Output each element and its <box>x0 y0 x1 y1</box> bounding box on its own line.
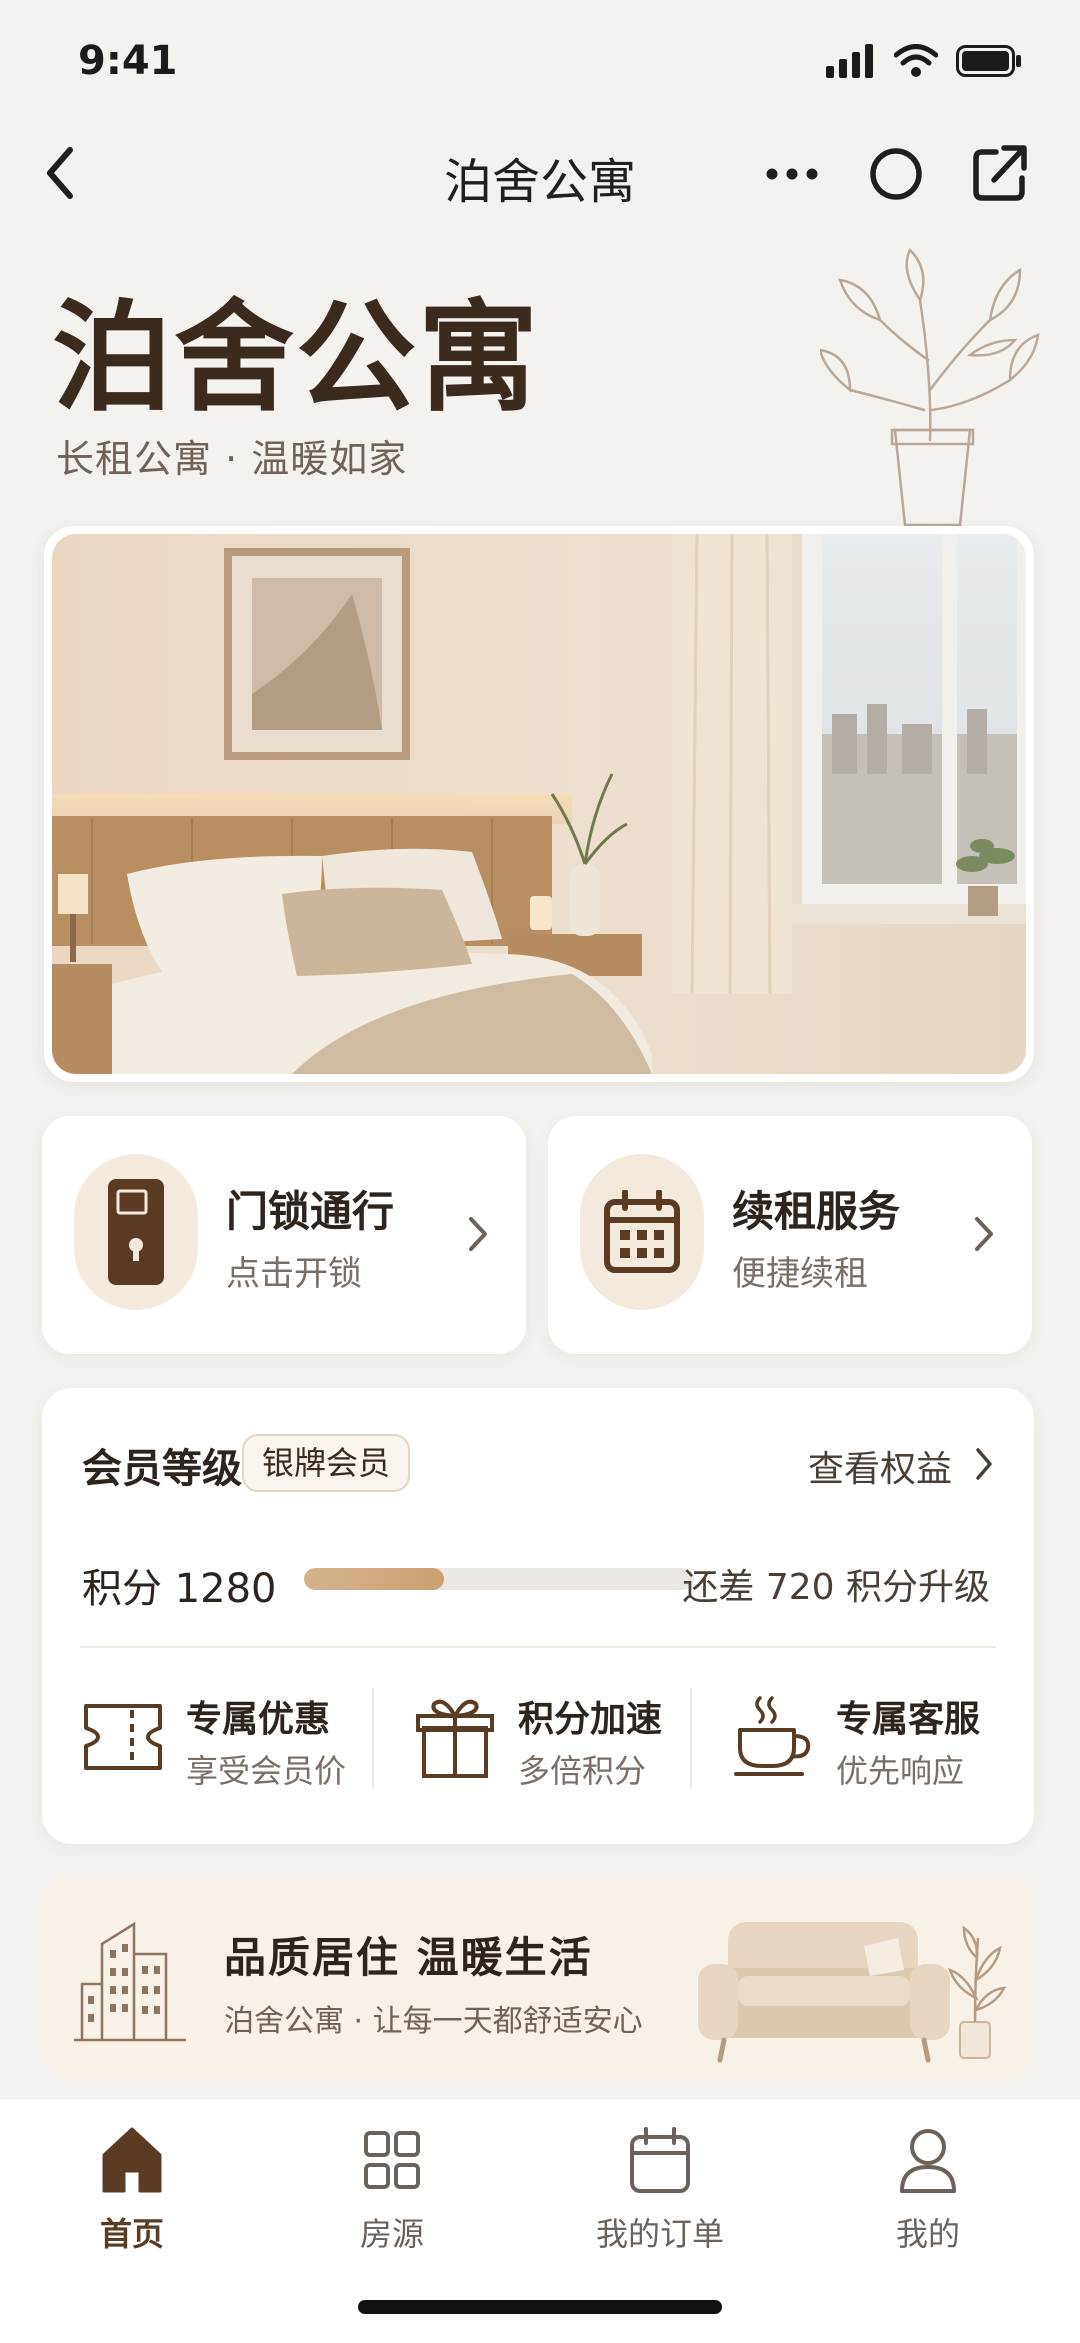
chevron-right-icon <box>469 1217 487 1251</box>
benefit-exclusive-service[interactable]: 专属客服 优先响应 <box>732 1688 1002 1798</box>
room-photo <box>52 534 1026 1074</box>
hero-subtitle: 长租公寓 · 温暖如家 <box>56 437 408 481</box>
home-indicator <box>358 2300 722 2314</box>
benefit-title: 积分加速 <box>518 1699 663 1740</box>
nav-bar: 泊舍公寓 <box>0 120 1080 224</box>
status-bar: 9:41 <box>0 0 1080 120</box>
chevron-right-icon <box>975 1217 993 1251</box>
member-card: 会员等级 银牌会员 查看权益 积分 1280 还差 720 积分升级 专属优惠 … <box>42 1388 1034 1844</box>
points-label: 积分 1280 <box>82 1566 277 1612</box>
record-icon[interactable] <box>866 144 926 204</box>
door-lock-icon <box>108 1179 164 1285</box>
tab-home[interactable]: 首页 <box>42 2125 222 2265</box>
tab-label: 我的 <box>895 2215 960 2253</box>
banner-title: 品质居住 温暖生活 <box>224 1933 593 1982</box>
renewal-title: 续租服务 <box>732 1187 901 1236</box>
renewal-subtitle: 便捷续租 <box>732 1254 868 1294</box>
member-level-title: 会员等级 <box>82 1446 242 1492</box>
member-badge: 银牌会员 <box>242 1434 411 1492</box>
benefit-title: 专属优惠 <box>186 1699 331 1740</box>
benefit-subtitle: 优先响应 <box>836 1752 965 1790</box>
chevron-right-icon[interactable] <box>974 1446 994 1482</box>
gift-icon <box>416 1699 494 1778</box>
signal-icon <box>826 44 873 78</box>
tab-label: 我的订单 <box>595 2215 724 2253</box>
status-icons <box>826 44 1022 78</box>
tab-label: 首页 <box>99 2215 164 2253</box>
potted-plant-illustration <box>820 247 1040 527</box>
benefit-points-boost[interactable]: 积分加速 多倍积分 <box>414 1688 694 1798</box>
coupon-icon <box>84 1704 162 1770</box>
door-lock-icon-wrap <box>74 1154 198 1310</box>
status-time: 9:41 <box>78 38 178 84</box>
benefit-exclusive-offer[interactable]: 专属优惠 享受会员价 <box>82 1688 362 1798</box>
wifi-icon <box>894 44 938 77</box>
grid-icon <box>364 2131 420 2189</box>
benefit-separator <box>690 1688 692 1788</box>
sofa-illustration <box>698 1922 1007 2063</box>
tab-orders[interactable]: 我的订单 <box>570 2125 750 2265</box>
person-icon <box>900 2129 956 2193</box>
view-benefits-link[interactable]: 查看权益 <box>808 1440 952 1492</box>
points-progress-fill <box>304 1568 445 1590</box>
building-icon <box>74 1921 186 2042</box>
renewal-card[interactable]: 续租服务 便捷续租 <box>548 1116 1032 1354</box>
door-lock-subtitle: 点击开锁 <box>226 1254 362 1294</box>
tab-profile[interactable]: 我的 <box>838 2125 1018 2265</box>
door-lock-card[interactable]: 门锁通行 点击开锁 <box>42 1116 526 1354</box>
renewal-icon-wrap <box>580 1154 704 1310</box>
points-progress-bar <box>304 1568 694 1590</box>
promo-banner[interactable]: 品质居住 温暖生活 泊舍公寓 · 让每一天都舒适安心 <box>42 1878 1034 2078</box>
more-icon[interactable] <box>762 144 822 204</box>
home-icon <box>102 2127 162 2193</box>
battery-icon <box>956 45 1021 77</box>
points-needed-text: 还差 720 积分升级 <box>682 1567 990 1608</box>
room-photo-card[interactable] <box>44 526 1034 1082</box>
benefit-title: 专属客服 <box>836 1699 981 1740</box>
tab-listings[interactable]: 房源 <box>302 2125 482 2265</box>
divider <box>80 1646 996 1648</box>
calendar-icon <box>604 1190 680 1273</box>
benefit-subtitle: 享受会员价 <box>186 1752 347 1790</box>
banner-subtitle: 泊舍公寓 · 让每一天都舒适安心 <box>224 2004 643 2039</box>
benefit-subtitle: 多倍积分 <box>518 1752 647 1790</box>
hero-title: 泊舍公寓 <box>52 287 540 428</box>
coffee-cup-icon <box>734 1696 811 1776</box>
benefit-separator <box>372 1688 374 1788</box>
door-lock-title: 门锁通行 <box>226 1187 395 1236</box>
share-icon[interactable] <box>970 140 1030 204</box>
order-calendar-icon <box>630 2127 690 2193</box>
tab-label: 房源 <box>359 2215 424 2253</box>
